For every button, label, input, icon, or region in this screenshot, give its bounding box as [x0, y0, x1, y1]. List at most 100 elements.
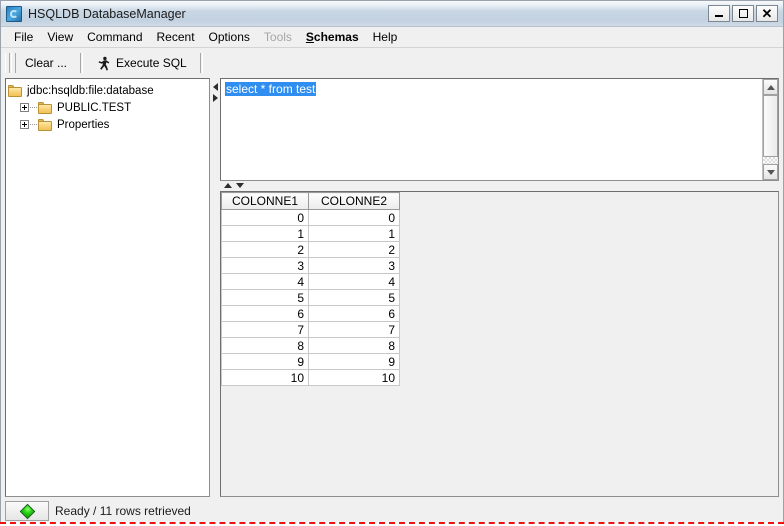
application-window: HSQLDB DatabaseManager ✕ File View Comma…: [0, 0, 784, 526]
editor-results-column: select * from test COLONNE1 COLONNE2 0 0…: [220, 78, 779, 497]
editor-vertical-scrollbar[interactable]: [762, 79, 778, 180]
menu-bar: File View Command Recent Options Tools S…: [1, 27, 783, 48]
menu-item-schemas-mnemonic: S: [305, 30, 314, 44]
table-row[interactable]: 10 10: [221, 369, 400, 386]
table-cell[interactable]: 9: [308, 353, 400, 370]
vertical-splitter[interactable]: [210, 78, 220, 497]
green-diamond-icon: [19, 503, 35, 519]
menu-item-file[interactable]: File: [7, 28, 40, 46]
clear-button[interactable]: Clear ...: [17, 53, 75, 73]
bottom-red-dashed-strip: [0, 522, 784, 526]
table-cell[interactable]: 0: [308, 209, 400, 226]
tree-node-public-test[interactable]: PUBLIC.TEST: [8, 99, 209, 116]
table-row[interactable]: 11: [221, 225, 400, 242]
main-area: jdbc:hsqldb:file:database PUBLIC.TEST Pr…: [1, 78, 783, 497]
table-row[interactable]: 33: [221, 257, 400, 274]
table-cell[interactable]: 0: [221, 209, 309, 226]
table-cell[interactable]: 3: [308, 257, 400, 274]
scrollbar-track[interactable]: [763, 95, 778, 164]
table-cell[interactable]: 4: [308, 273, 400, 290]
table-cell[interactable]: 3: [221, 257, 309, 274]
toolbar-grip[interactable]: [5, 53, 10, 73]
horizontal-splitter[interactable]: [220, 181, 779, 191]
collapse-down-icon[interactable]: [236, 183, 244, 188]
table-cell[interactable]: 10: [308, 369, 400, 386]
table-cell[interactable]: 1: [308, 225, 400, 242]
toolbar-grip-2[interactable]: [11, 53, 16, 73]
folder-icon: [38, 118, 53, 131]
table-row[interactable]: 44: [221, 273, 400, 290]
collapse-right-icon[interactable]: [212, 94, 218, 102]
scroll-down-button[interactable]: [763, 164, 778, 180]
table-cell[interactable]: 8: [221, 337, 309, 354]
plus-box-icon[interactable]: [20, 120, 29, 129]
collapse-up-icon[interactable]: [224, 183, 232, 188]
close-button[interactable]: ✕: [756, 5, 778, 22]
table-cell[interactable]: 4: [221, 273, 309, 290]
folder-icon: [38, 101, 53, 114]
table-cell[interactable]: 10: [221, 369, 309, 386]
scrollbar-trough[interactable]: [763, 157, 778, 164]
sql-text[interactable]: select * from test: [225, 82, 317, 96]
menu-item-schemas[interactable]: Schemas: [299, 28, 366, 46]
table-cell[interactable]: 6: [221, 305, 309, 322]
hsqldb-app-icon: [6, 5, 22, 22]
maximize-button[interactable]: [732, 5, 754, 22]
chevron-up-icon: [766, 84, 775, 90]
tree-connector: [30, 123, 37, 126]
table-cell[interactable]: 9: [221, 353, 309, 370]
table-cell[interactable]: 7: [308, 321, 400, 338]
database-tree-panel[interactable]: jdbc:hsqldb:file:database PUBLIC.TEST Pr…: [5, 78, 210, 497]
table-cell[interactable]: 8: [308, 337, 400, 354]
status-bar: Ready / 11 rows retrieved: [1, 497, 783, 525]
sql-editor-panel[interactable]: select * from test: [220, 78, 779, 181]
scrollbar-thumb[interactable]: [763, 95, 778, 157]
table-cell[interactable]: 1: [221, 225, 309, 242]
menu-item-help[interactable]: Help: [366, 28, 405, 46]
table-row[interactable]: 22: [221, 241, 400, 258]
tree-node-label: PUBLIC.TEST: [57, 101, 132, 114]
results-panel[interactable]: COLONNE1 COLONNE2 0 0 1 1 2 2 3 3 4 4 5 5 6 6 7 7 8 8 9 9 10…: [220, 191, 779, 497]
minimize-button[interactable]: [708, 5, 730, 22]
sql-editor-input[interactable]: select * from test: [221, 79, 762, 180]
table-row[interactable]: 55: [221, 289, 400, 306]
title-bar: HSQLDB DatabaseManager ✕: [1, 1, 783, 27]
column-header-colonne2[interactable]: COLONNE2: [308, 192, 400, 210]
tree-node-label: Properties: [57, 118, 110, 131]
toolbar-separator: [80, 53, 84, 73]
menu-item-view[interactable]: View: [40, 28, 80, 46]
execute-sql-label: Execute SQL: [116, 56, 187, 70]
table-cell[interactable]: 5: [308, 289, 400, 306]
menu-item-options[interactable]: Options: [202, 28, 257, 46]
plus-box-icon[interactable]: [20, 103, 29, 112]
tree-node-properties[interactable]: Properties: [8, 116, 209, 133]
tree-connector: [30, 106, 37, 109]
results-table-body: 0 0 1 1 2 2 3 3 4 4 5 5 6 6 7 7 8 8 9 9 10 10: [221, 209, 400, 386]
table-header-row: COLONNE1 COLONNE2: [221, 192, 400, 210]
scroll-up-button[interactable]: [763, 79, 778, 95]
status-indicator-button[interactable]: [5, 501, 49, 521]
results-table[interactable]: COLONNE1 COLONNE2 0 0 1 1 2 2 3 3 4 4 5 5 6 6 7 7 8 8 9 9 10…: [221, 192, 400, 386]
status-text: Ready / 11 rows retrieved: [55, 504, 191, 518]
table-cell[interactable]: 2: [308, 241, 400, 258]
table-row[interactable]: 77: [221, 321, 400, 338]
execute-sql-button[interactable]: Execute SQL: [88, 53, 195, 74]
table-row[interactable]: 66: [221, 305, 400, 322]
tree-root-node[interactable]: jdbc:hsqldb:file:database: [8, 82, 209, 99]
folder-icon: [8, 84, 23, 97]
running-man-icon: [98, 56, 110, 70]
table-cell[interactable]: 6: [308, 305, 400, 322]
menu-item-command[interactable]: Command: [80, 28, 149, 46]
table-cell[interactable]: 5: [221, 289, 309, 306]
table-row[interactable]: 88: [221, 337, 400, 354]
column-header-colonne1[interactable]: COLONNE1: [221, 192, 309, 210]
table-row[interactable]: 99: [221, 353, 400, 370]
table-row[interactable]: 00: [221, 209, 400, 226]
menu-item-recent[interactable]: Recent: [150, 28, 202, 46]
window-title: HSQLDB DatabaseManager: [28, 6, 186, 21]
collapse-left-icon[interactable]: [212, 83, 218, 91]
menu-item-schemas-rest: chemas: [313, 30, 359, 44]
table-cell[interactable]: 7: [221, 321, 309, 338]
table-cell[interactable]: 2: [221, 241, 309, 258]
chevron-down-icon: [766, 169, 775, 175]
